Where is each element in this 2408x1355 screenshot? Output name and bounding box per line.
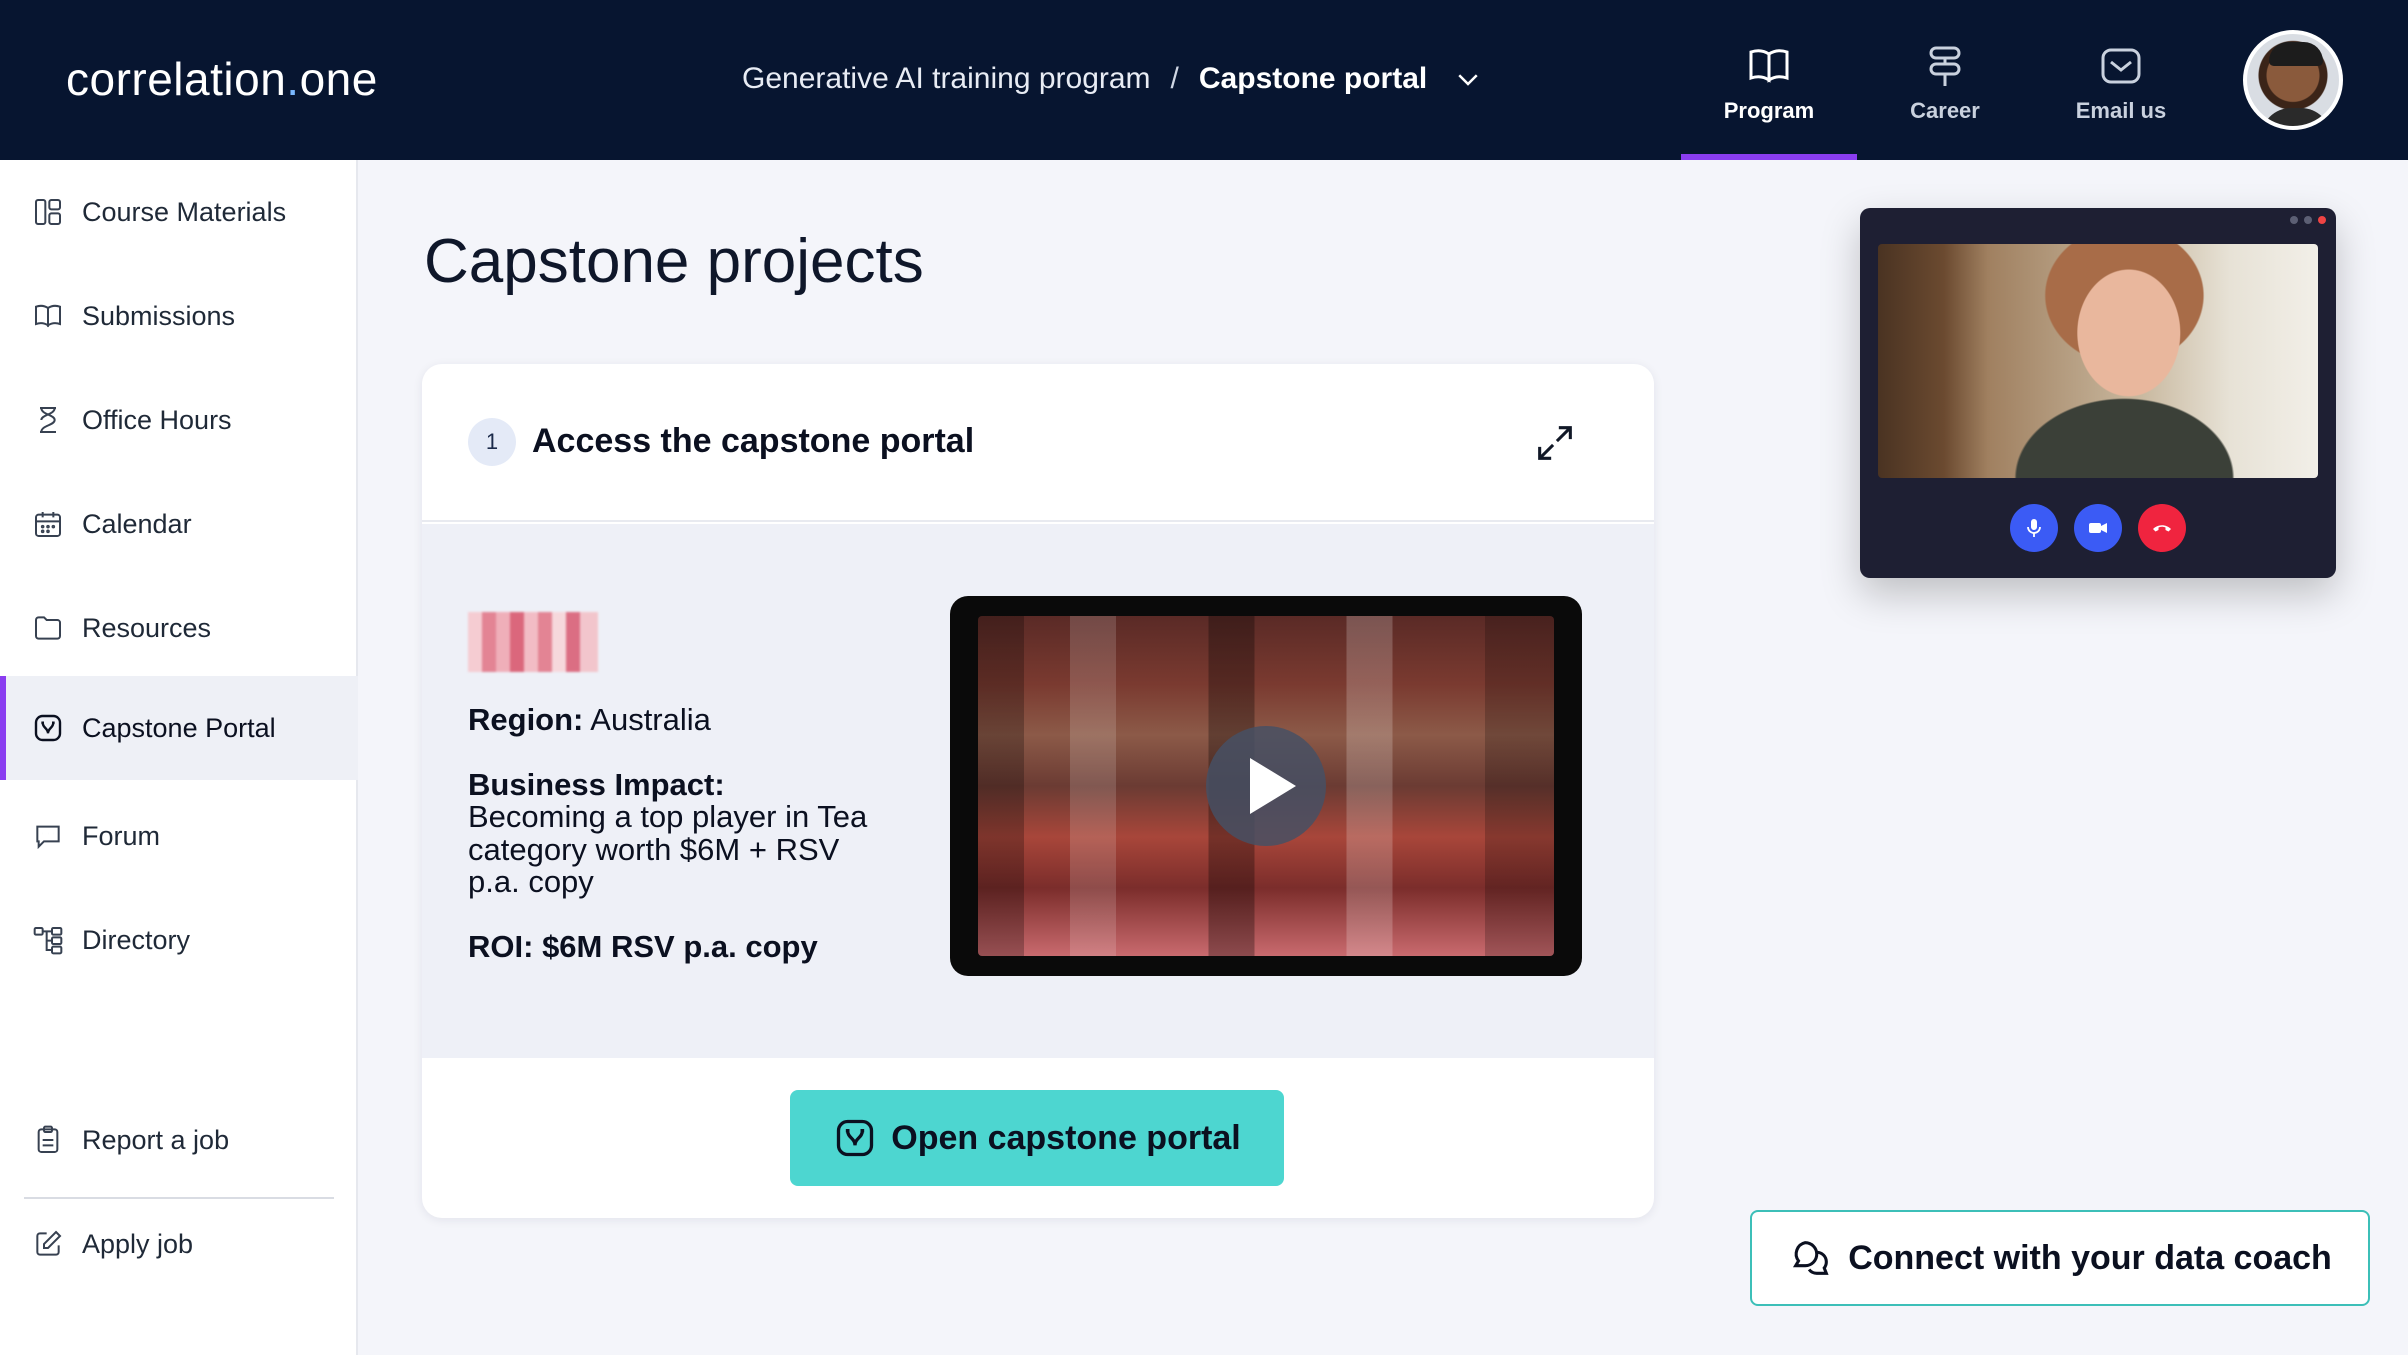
company-logo-blurred <box>468 612 598 672</box>
portal-icon <box>837 1119 874 1157</box>
avatar[interactable] <box>2243 30 2343 130</box>
sidebar-item-label: Office Hours <box>82 404 232 435</box>
roi-row: ROI: $6M RSV p.a. copy <box>468 928 868 964</box>
hang-up-button[interactable] <box>2138 504 2186 552</box>
sidebar-item-apply-job[interactable]: Apply job <box>0 1192 358 1296</box>
region-value: Australia <box>590 702 711 737</box>
video-call-widget[interactable] <box>1860 208 2336 578</box>
calendar-icon <box>35 512 61 537</box>
sidebar-item-label: Resources <box>82 612 212 643</box>
region-row: Region: Australia <box>468 702 868 737</box>
video-thumbnail <box>978 616 1554 956</box>
video-player[interactable] <box>950 596 1582 976</box>
sidebar-item-label: Calendar <box>82 508 192 539</box>
breadcrumb-current[interactable]: Capstone portal <box>1199 62 1427 96</box>
expand-icon[interactable] <box>1532 420 1578 466</box>
connect-data-coach-button[interactable]: Connect with your data coach <box>1750 1210 2370 1306</box>
impact-row: Business Impact: Becoming a top player i… <box>468 766 868 900</box>
sidebar: Course Materials Submissions Office Hour… <box>0 160 358 1355</box>
portal-icon <box>34 714 62 742</box>
window-controls <box>2290 216 2326 224</box>
hourglass-icon <box>40 407 56 433</box>
sidebar-item-label: Capstone Portal <box>82 712 276 743</box>
roi-value: $6M RSV p.a. copy <box>542 928 818 964</box>
nav-email[interactable]: Email us <box>2033 0 2209 160</box>
connect-data-coach-label: Connect with your data coach <box>1848 1238 2332 1277</box>
card-body: Region: Australia Business Impact: Becom… <box>422 524 1654 1058</box>
folder-icon <box>35 616 61 640</box>
breadcrumb-separator: / <box>1170 62 1179 95</box>
open-capstone-portal-label: Open capstone portal <box>891 1118 1241 1157</box>
roi-label: ROI: <box>468 928 534 964</box>
avatar-cap <box>2269 42 2323 66</box>
sidebar-item-resources[interactable]: Resources <box>0 576 358 680</box>
sidebar-item-label: Course Materials <box>82 196 287 227</box>
avatar-shirt <box>2261 108 2331 126</box>
chevron-down-icon[interactable] <box>1453 64 1483 94</box>
signpost-icon <box>1929 46 1961 86</box>
sidebar-item-directory[interactable]: Directory <box>0 888 358 992</box>
sidebar-item-calendar[interactable]: Calendar <box>0 472 358 576</box>
sidebar-item-capstone-portal[interactable]: Capstone Portal <box>0 676 358 780</box>
logo[interactable]: correlation.one <box>66 52 378 106</box>
tree-icon <box>33 927 63 955</box>
layout-icon <box>35 199 61 225</box>
sidebar-item-report-a-job[interactable]: Report a job <box>0 1088 358 1192</box>
sidebar-item-label: Report a job <box>82 1124 230 1155</box>
mail-icon <box>2101 48 2141 84</box>
clipboard-icon <box>37 1125 59 1153</box>
capstone-card: 1 Access the capstone portal Region: Aus… <box>422 364 1654 1218</box>
nav-program[interactable]: Program <box>1681 0 1857 160</box>
camera-button[interactable] <box>2074 504 2122 552</box>
card-header[interactable]: 1 Access the capstone portal <box>422 364 1654 522</box>
open-capstone-portal-button[interactable]: Open capstone portal <box>790 1090 1284 1186</box>
breadcrumb-program[interactable]: Generative AI training program <box>742 62 1151 96</box>
microphone-icon <box>2027 519 2041 537</box>
impact-value: Becoming a top player in Tea category wo… <box>468 799 868 900</box>
nav-career-label: Career <box>1910 98 1980 123</box>
card-title: Access the capstone portal <box>532 422 975 460</box>
microphone-button[interactable] <box>2010 504 2058 552</box>
impact-label: Business Impact: <box>468 766 725 802</box>
region-label: Region: <box>468 702 584 737</box>
chat-icon <box>36 825 60 850</box>
coach-video-feed <box>1878 244 2318 478</box>
top-bar: correlation.one Generative AI training p… <box>0 0 2408 160</box>
sidebar-item-label: Forum <box>82 820 161 851</box>
edit-icon <box>36 1230 62 1256</box>
sidebar-item-label: Submissions <box>82 300 236 331</box>
sidebar-item-forum[interactable]: Forum <box>0 784 358 888</box>
video-camera-icon <box>2089 523 2107 533</box>
breadcrumb: Generative AI training program / Capston… <box>742 62 1483 96</box>
chat-bubbles-icon <box>1793 1241 1829 1275</box>
phone-hangup-icon <box>2153 525 2171 532</box>
sidebar-item-label: Apply job <box>82 1228 194 1259</box>
sidebar-item-course-materials[interactable]: Course Materials <box>0 160 358 264</box>
sidebar-item-label: Directory <box>82 924 191 955</box>
nav-program-label: Program <box>1723 98 1815 123</box>
nav-email-label: Email us <box>2075 98 2167 123</box>
step-number: 1 <box>468 418 516 466</box>
sidebar-item-office-hours[interactable]: Office Hours <box>0 368 358 472</box>
sidebar-item-submissions[interactable]: Submissions <box>0 264 358 368</box>
page-title: Capstone projects <box>424 227 924 296</box>
call-controls <box>1860 504 2336 552</box>
book-open-icon <box>1749 49 1789 83</box>
book-icon <box>35 304 61 328</box>
project-info: Region: Australia Business Impact: Becom… <box>468 702 868 995</box>
nav-career[interactable]: Career <box>1857 0 2033 160</box>
play-icon[interactable] <box>1206 726 1326 846</box>
